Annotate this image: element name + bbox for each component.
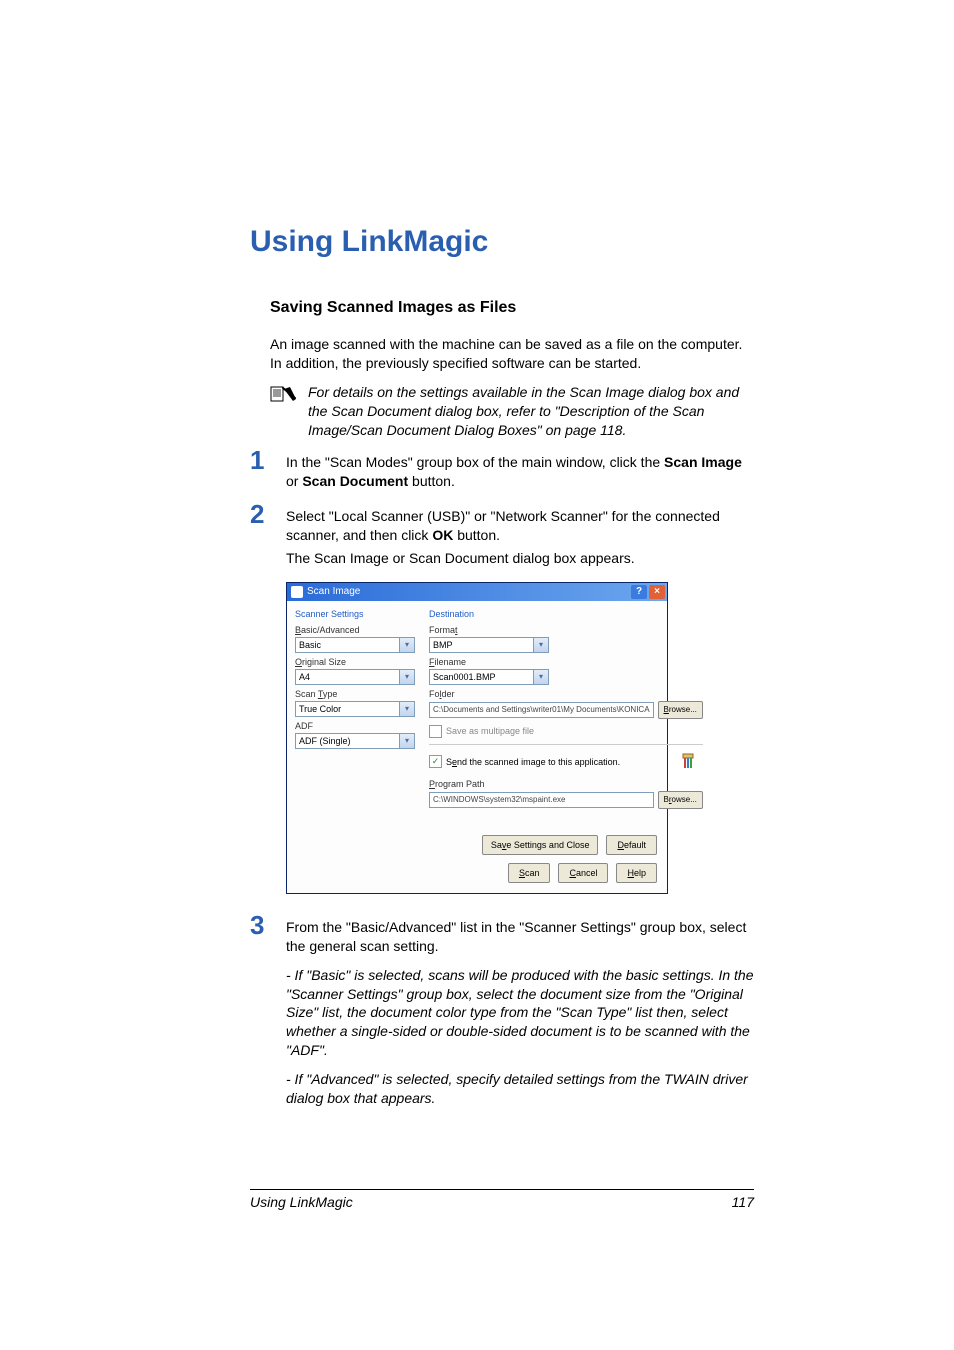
original-size-label: Original Size xyxy=(295,657,415,667)
multipage-label: Save as multipage file xyxy=(446,726,534,736)
scan-image-dialog: Scan Image ? × Scanner Settings Basic/Ad… xyxy=(286,582,668,894)
destination-heading: Destination xyxy=(429,609,703,619)
close-icon[interactable]: × xyxy=(649,585,665,599)
step-3-sub1: - If "Basic" is selected, scans will be … xyxy=(286,966,754,1060)
scan-type-select[interactable]: True Color▾ xyxy=(295,701,415,717)
step-2-text: Select "Local Scanner (USB)" or "Network… xyxy=(286,501,754,572)
format-select[interactable]: BMP▾ xyxy=(429,637,549,653)
basic-advanced-select[interactable]: Basic▾ xyxy=(295,637,415,653)
chevron-down-icon: ▾ xyxy=(399,734,414,748)
chevron-down-icon: ▾ xyxy=(533,670,548,684)
program-path-label: Program Path xyxy=(429,779,703,789)
step-3-sub2: - If "Advanced" is selected, specify det… xyxy=(286,1070,754,1108)
dialog-title-text: Scan Image xyxy=(307,586,631,597)
original-size-select[interactable]: A4▾ xyxy=(295,669,415,685)
dialog-help-button[interactable]: ? xyxy=(631,585,647,599)
adf-label: ADF xyxy=(295,721,415,731)
section-subheading: Saving Scanned Images as Files xyxy=(270,299,754,317)
format-label: Format xyxy=(429,625,703,635)
default-button[interactable]: Default xyxy=(606,835,657,855)
basic-advanced-label: Basic/Advanced xyxy=(295,625,415,635)
paint-app-icon xyxy=(681,751,703,773)
page-title: Using LinkMagic xyxy=(250,225,754,259)
folder-browse-button[interactable]: Browse... xyxy=(658,701,703,719)
scanner-settings-heading: Scanner Settings xyxy=(295,609,415,619)
folder-label: Folder xyxy=(429,689,703,699)
adf-select[interactable]: ADF (Single)▾ xyxy=(295,733,415,749)
chevron-down-icon: ▾ xyxy=(533,638,548,652)
program-browse-button[interactable]: Browse... xyxy=(658,791,703,809)
chevron-down-icon: ▾ xyxy=(399,670,414,684)
step-number-2: 2 xyxy=(250,501,280,527)
footer-title: Using LinkMagic xyxy=(250,1194,732,1210)
filename-label: Filename xyxy=(429,657,703,667)
chevron-down-icon: ▾ xyxy=(399,638,414,652)
step-3-text: From the "Basic/Advanced" list in the "S… xyxy=(286,912,754,956)
multipage-row: Save as multipage file xyxy=(429,725,703,738)
program-path-field[interactable]: C:\WINDOWS\system32\mspaint.exe xyxy=(429,792,654,808)
send-app-checkbox[interactable]: ✓ xyxy=(429,755,442,768)
note-text: For details on the settings available in… xyxy=(308,383,754,440)
step-number-1: 1 xyxy=(250,447,280,473)
dialog-titlebar: Scan Image ? × xyxy=(287,583,667,601)
footer-page-number: 117 xyxy=(732,1194,754,1210)
multipage-checkbox[interactable] xyxy=(429,725,442,738)
page-footer: Using LinkMagic 117 xyxy=(250,1189,754,1210)
step-1-text: In the "Scan Modes" group box of the mai… xyxy=(286,447,754,495)
help-button[interactable]: Help xyxy=(616,863,657,883)
intro-paragraph: An image scanned with the machine can be… xyxy=(270,335,754,373)
note-icon xyxy=(270,385,298,408)
step-number-3: 3 xyxy=(250,912,280,938)
save-settings-close-button[interactable]: Save Settings and Close xyxy=(482,835,599,855)
chevron-down-icon: ▾ xyxy=(399,702,414,716)
folder-path-field[interactable]: C:\Documents and Settings\writer01\My Do… xyxy=(429,702,654,718)
dialog-app-icon xyxy=(291,586,303,598)
send-app-label: Send the scanned image to this applicati… xyxy=(446,757,620,767)
scan-button[interactable]: Scan xyxy=(508,863,551,883)
scan-type-label: Scan Type xyxy=(295,689,415,699)
filename-select[interactable]: Scan0001.BMP▾ xyxy=(429,669,549,685)
cancel-button[interactable]: Cancel xyxy=(558,863,608,883)
